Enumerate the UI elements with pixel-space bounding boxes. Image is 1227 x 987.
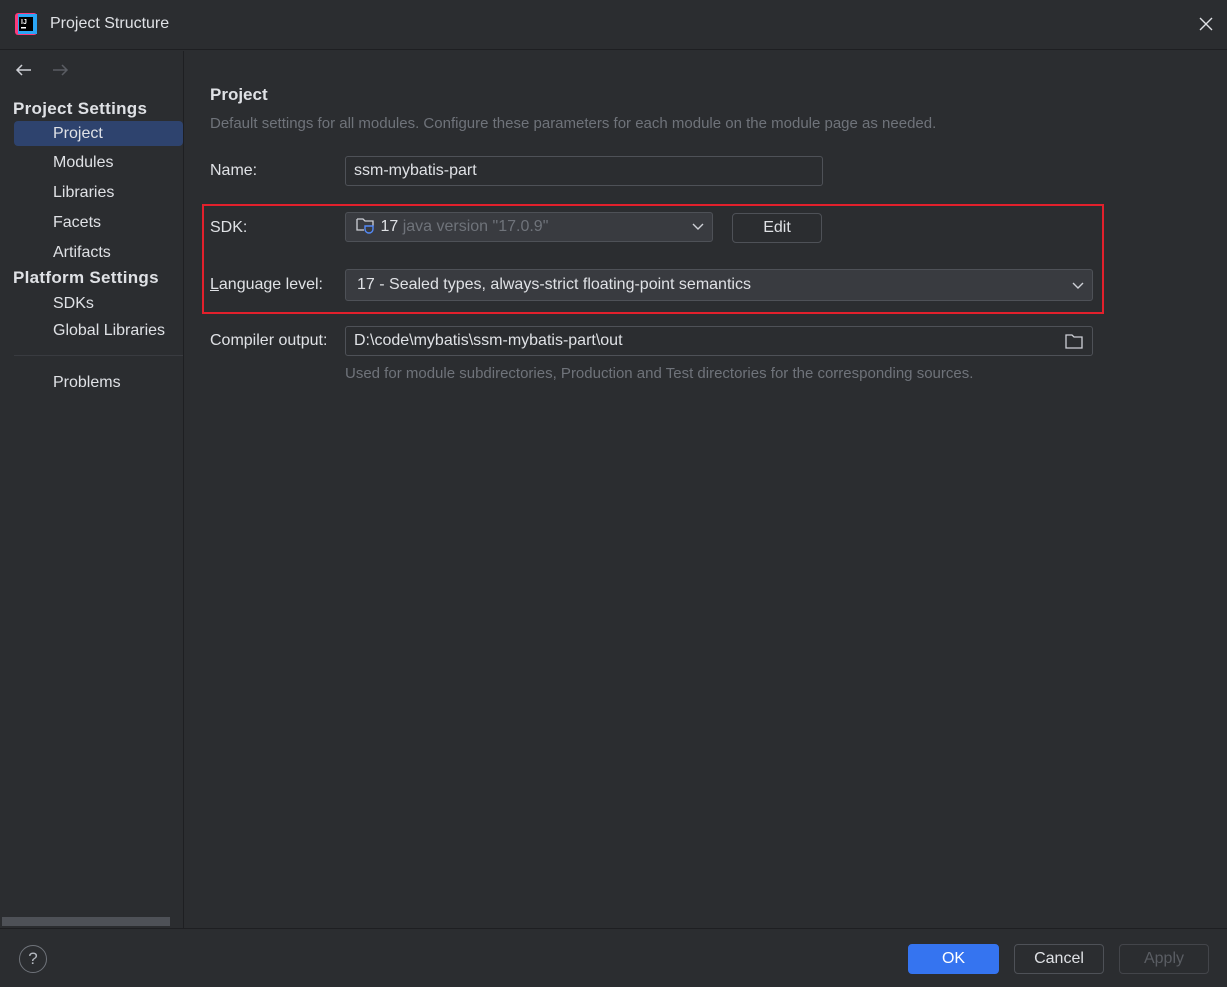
svg-text:IJ: IJ: [21, 19, 27, 26]
sdk-dropdown[interactable]: 17 java version "17.0.9": [345, 212, 713, 242]
sidebar-item-libraries[interactable]: Libraries: [14, 180, 183, 205]
help-button[interactable]: ?: [19, 945, 47, 973]
edit-sdk-button[interactable]: Edit: [732, 213, 822, 243]
horizontal-scrollbar[interactable]: [2, 917, 170, 926]
project-panel: Project Default settings for all modules…: [185, 51, 1227, 928]
navigation: [15, 63, 83, 82]
compiler-output-label: Compiler output:: [210, 332, 328, 349]
compiler-output-value: D:\code\mybatis\ssm-mybatis-part\out: [354, 332, 623, 349]
intellij-logo-icon: IJ: [15, 13, 37, 35]
sidebar-item-facets[interactable]: Facets: [14, 210, 183, 235]
jdk-folder-icon: [356, 218, 374, 234]
title-bar: IJ Project Structure: [0, 0, 1227, 50]
sidebar-item-artifacts[interactable]: Artifacts: [14, 240, 183, 265]
compiler-output-input[interactable]: D:\code\mybatis\ssm-mybatis-part\out: [345, 326, 1093, 356]
chevron-down-icon: [1072, 282, 1084, 289]
name-input[interactable]: ssm-mybatis-part: [345, 156, 823, 186]
sidebar-item-modules[interactable]: Modules: [14, 150, 183, 175]
sidebar-item-project[interactable]: Project: [14, 121, 183, 146]
cancel-button[interactable]: Cancel: [1014, 944, 1104, 974]
name-label: Name:: [210, 162, 258, 179]
dialog-footer: ? OK Cancel Apply: [0, 928, 1227, 987]
sidebar-item-problems[interactable]: Problems: [14, 370, 183, 395]
divider: [14, 355, 183, 356]
sidebar: Project Settings Project Modules Librari…: [0, 51, 184, 928]
forward-arrow-icon[interactable]: [51, 63, 69, 77]
ok-button[interactable]: OK: [908, 944, 999, 974]
language-level-label-text: anguage level:: [218, 276, 323, 293]
chevron-down-icon: [692, 223, 704, 230]
folder-icon[interactable]: [1065, 334, 1083, 349]
close-icon[interactable]: [1198, 16, 1214, 32]
sdk-detail: java version "17.0.9": [402, 218, 549, 235]
window-title: Project Structure: [50, 15, 170, 32]
apply-button[interactable]: Apply: [1119, 944, 1209, 974]
section-platform-settings: Platform Settings: [13, 268, 159, 287]
mnemonic-letter: L: [210, 276, 219, 293]
section-project-settings: Project Settings: [13, 99, 148, 118]
language-level-label: Language level:: [210, 276, 323, 294]
sidebar-item-global-libraries[interactable]: Global Libraries: [14, 318, 183, 343]
language-level-value: 17 - Sealed types, always-strict floatin…: [357, 276, 751, 293]
sdk-version: 17: [380, 218, 399, 235]
page-description: Default settings for all modules. Config…: [210, 115, 937, 132]
sidebar-item-sdks[interactable]: SDKs: [14, 291, 183, 316]
language-level-dropdown[interactable]: 17 - Sealed types, always-strict floatin…: [345, 269, 1093, 301]
compiler-output-hint: Used for module subdirectories, Producti…: [345, 365, 974, 382]
back-arrow-icon[interactable]: [15, 63, 33, 77]
page-title: Project: [210, 85, 268, 104]
sdk-label: SDK:: [210, 219, 248, 236]
